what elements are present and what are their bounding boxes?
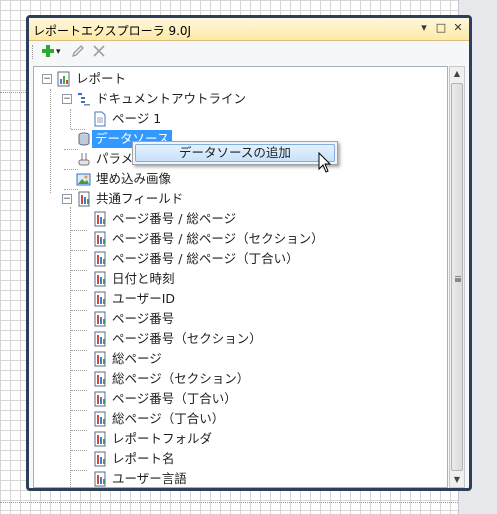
explorer-toolbar: ▾	[29, 41, 469, 63]
field-icon	[92, 291, 108, 307]
tree-node-report[interactable]: − レポート	[34, 70, 234, 88]
datasource-icon	[76, 131, 92, 147]
tree-node-label: ページ番号 / 総ページ（セクション）	[112, 231, 324, 246]
scroll-up-arrow-icon[interactable]: ▲	[450, 67, 464, 81]
add-dropdown-icon[interactable]: ▾	[56, 44, 61, 60]
tree-node-label: レポート	[76, 71, 127, 86]
field-icon	[92, 351, 108, 367]
field-icon	[92, 371, 108, 387]
tree-node-label: ページ 1	[112, 111, 162, 126]
mouse-pointer-icon	[318, 152, 332, 173]
field-icon	[92, 411, 108, 427]
tree-node-field[interactable]: ページ番号（セクション）	[34, 330, 364, 348]
delete-x-icon[interactable]	[92, 44, 106, 60]
image-icon	[76, 171, 92, 187]
thumb-grip	[455, 276, 461, 278]
tree-node-field[interactable]: 総ページ（丁合い）	[34, 410, 364, 428]
tree-node-label: 総ページ（セクション）	[112, 371, 250, 386]
tree-node-label: 埋め込み画像	[96, 171, 172, 186]
tree-vertical-scrollbar[interactable]: ▲ ▼	[449, 66, 465, 488]
field-icon	[92, 251, 108, 267]
tree-node-label: 共通フィールド	[96, 191, 184, 206]
field-icon	[92, 331, 108, 347]
tree-node-common-fields[interactable]: − 共通フィールド	[34, 190, 234, 208]
tree-node-field[interactable]: レポート名	[34, 450, 364, 468]
scrollbar-thumb[interactable]	[451, 83, 463, 471]
tree-node-field[interactable]: ユーザー言語	[34, 470, 364, 487]
collapse-toggle[interactable]: −	[62, 194, 72, 204]
tree-node-field[interactable]: 日付と時刻	[34, 270, 364, 288]
tree-node-field[interactable]: ページ番号（丁合い）	[34, 390, 364, 408]
dropdown-arrow-icon[interactable]: ▾	[417, 21, 431, 35]
context-menu: データソースの追加	[132, 141, 338, 165]
report-explorer-panel: レポートエクスプローラ 9.0J ▾ □ ✕ ▾ − レポート − ドキュメント…	[26, 15, 472, 491]
scroll-down-arrow-icon[interactable]: ▼	[450, 473, 464, 487]
field-icon	[92, 471, 108, 487]
field-icon	[92, 231, 108, 247]
tree-node-label: ページ番号 / 総ページ	[112, 211, 237, 226]
tree-node-field[interactable]: ページ番号	[34, 310, 364, 328]
close-icon[interactable]: ✕	[451, 21, 465, 35]
tree-node-label: ドキュメントアウトライン	[96, 91, 247, 106]
tree-node-field[interactable]: 総ページ（セクション）	[34, 370, 364, 388]
tree-node-field[interactable]: ユーザーID	[34, 290, 364, 308]
collapse-toggle[interactable]: −	[42, 74, 52, 84]
design-guide-line	[0, 92, 26, 94]
outline-icon	[76, 91, 92, 107]
tree-node-field[interactable]: レポートフォルダ	[34, 430, 364, 448]
field-icon	[92, 391, 108, 407]
tree-node-label: レポート名	[112, 451, 175, 466]
tree-node-label: 総ページ（丁合い）	[112, 411, 225, 426]
field-icon	[92, 211, 108, 227]
design-guide-line	[0, 502, 458, 504]
tree-node-label: レポートフォルダ	[112, 431, 213, 446]
plus-icon[interactable]	[41, 44, 55, 60]
report-tree[interactable]: − レポート − ドキュメントアウトライン ページ 1 データソース パラメ 埋…	[33, 66, 448, 488]
tree-node-label: ページ番号（丁合い）	[112, 391, 237, 406]
tree-node-label: ページ番号（セクション）	[112, 331, 262, 346]
tree-node-field[interactable]: ページ番号 / 総ページ（セクション）	[34, 230, 364, 248]
tree-node-label: ページ番号	[112, 311, 175, 326]
collapse-toggle[interactable]: −	[62, 94, 72, 104]
field-icon	[92, 271, 108, 287]
field-icon	[92, 451, 108, 467]
tree-node-embedded-images[interactable]: 埋め込み画像	[34, 170, 234, 188]
pencil-icon[interactable]	[71, 44, 85, 60]
tree-node-label: 日付と時刻	[112, 271, 175, 286]
tree-node-label: ユーザー言語	[112, 471, 187, 486]
tree-node-label: ユーザーID	[112, 291, 176, 306]
menu-item-add-datasource[interactable]: データソースの追加	[135, 144, 335, 162]
tree-node-document-outline[interactable]: − ドキュメントアウトライン	[34, 90, 334, 108]
tree-node-label: 総ページ	[112, 351, 162, 366]
parameter-icon	[76, 151, 92, 167]
panel-title-bar[interactable]: レポートエクスプローラ 9.0J ▾ □ ✕	[29, 18, 469, 41]
tree-node-label: パラメ	[96, 151, 134, 166]
field-icon	[92, 431, 108, 447]
report-icon	[56, 71, 72, 87]
tree-node-field[interactable]: ページ番号 / 総ページ（丁合い）	[34, 250, 364, 268]
page-icon	[92, 111, 108, 127]
tree-node-field[interactable]: ページ番号 / 総ページ	[34, 210, 364, 228]
field-icon	[92, 311, 108, 327]
tree-node-label: ページ番号 / 総ページ（丁合い）	[112, 251, 299, 266]
tree-node-field[interactable]: 総ページ	[34, 350, 364, 368]
panel-title: レポートエクスプローラ 9.0J	[33, 24, 192, 38]
fields-icon	[76, 191, 92, 207]
toolbar-grip[interactable]	[32, 45, 35, 59]
tree-node-page-1[interactable]: ページ 1	[34, 110, 234, 128]
maximize-icon[interactable]: □	[434, 21, 448, 35]
